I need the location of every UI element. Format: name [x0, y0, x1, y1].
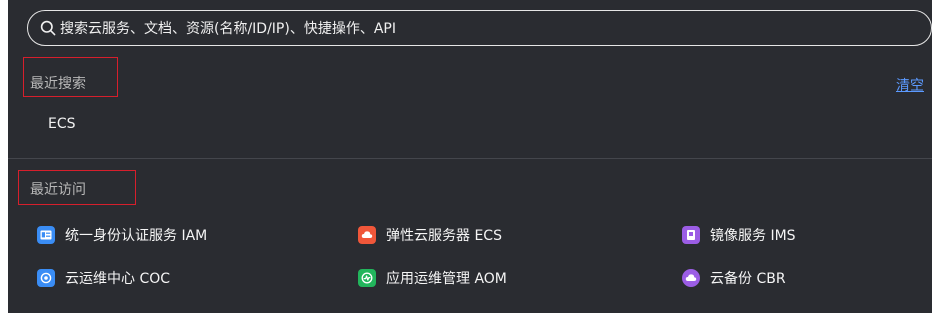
recent-visit-item-coc[interactable]: 云运维中心 COC [37, 268, 170, 288]
search-input[interactable]: 搜索云服务、文档、资源(名称/ID/IP)、快捷操作、API [27, 10, 932, 46]
ops-center-icon [37, 269, 55, 287]
recent-visit-label: 云备份 CBR [710, 271, 786, 287]
recent-visit-item-ims[interactable]: 镜像服务 IMS [682, 225, 796, 245]
clear-history-link[interactable]: 清空 [896, 75, 924, 95]
recent-visit-item-aom[interactable]: 应用运维管理 AOM [358, 268, 507, 288]
recent-visit-label: 应用运维管理 AOM [386, 271, 507, 287]
recent-visit-label: 云运维中心 COC [65, 271, 171, 287]
section-divider [8, 158, 932, 159]
cloud-server-icon [358, 226, 376, 244]
recent-visit-item-cbr[interactable]: 云备份 CBR [682, 268, 786, 288]
recent-visit-label: 统一身份认证服务 IAM [65, 228, 208, 244]
app-monitor-icon [358, 269, 376, 287]
recent-visit-label: 弹性云服务器 ECS [386, 228, 502, 244]
search-icon [38, 18, 58, 38]
cloud-backup-icon [682, 269, 700, 287]
recent-visit-item-iam[interactable]: 统一身份认证服务 IAM [37, 225, 207, 245]
recent-visit-item-ecs[interactable]: 弹性云服务器 ECS [358, 225, 502, 245]
recent-search-item[interactable]: ECS [48, 116, 76, 132]
search-placeholder: 搜索云服务、文档、资源(名称/ID/IP)、快捷操作、API [60, 21, 396, 37]
recent-visit-label: 镜像服务 IMS [710, 228, 796, 244]
search-dropdown-panel: 搜索云服务、文档、资源(名称/ID/IP)、快捷操作、API 最近搜索 清空 E… [8, 0, 932, 313]
recent-search-title: 最近搜索 [30, 76, 86, 92]
image-icon [682, 226, 700, 244]
id-card-icon [37, 226, 55, 244]
recent-visit-title: 最近访问 [30, 182, 86, 198]
